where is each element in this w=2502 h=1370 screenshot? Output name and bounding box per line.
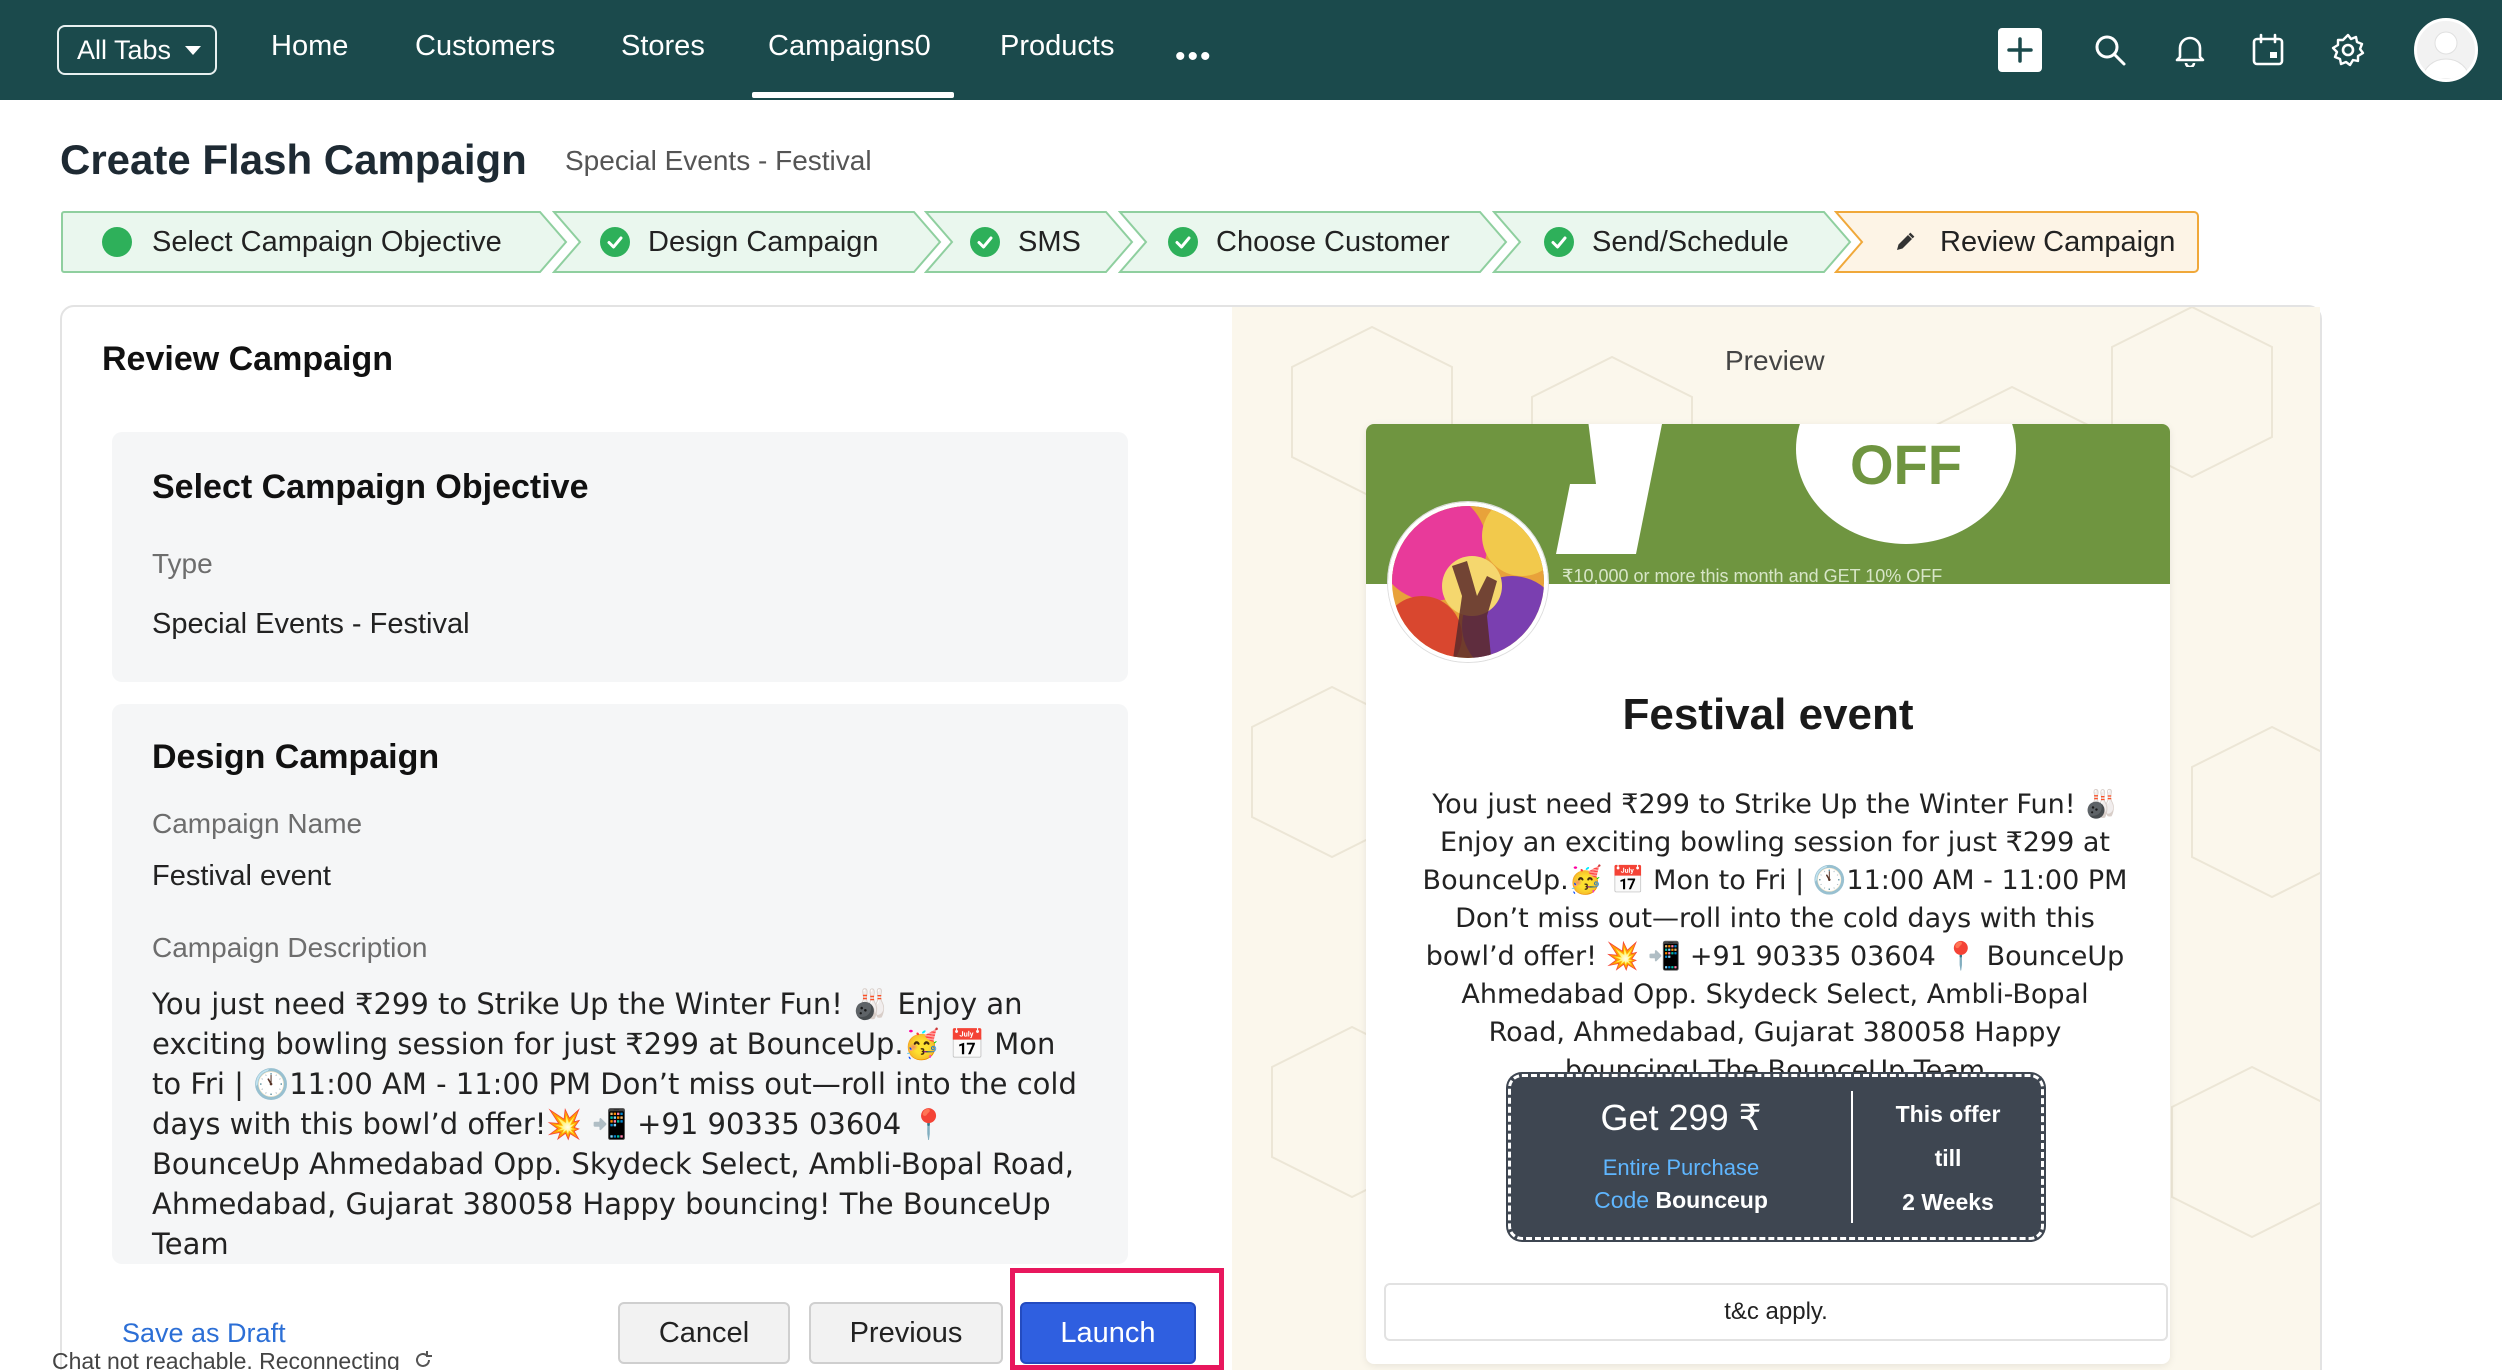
- pencil-icon: [1894, 231, 1916, 253]
- plus-icon[interactable]: [1998, 28, 2042, 72]
- design-title: Design Campaign: [152, 738, 440, 776]
- search-icon[interactable]: [2088, 28, 2132, 72]
- check-icon: [1544, 227, 1574, 257]
- chat-status: Chat not reachable. Reconnecting: [52, 1348, 434, 1370]
- step-review-campaign[interactable]: Review Campaign: [1834, 210, 2200, 274]
- campaign-description-value: You just need ₹299 to Strike Up the Wint…: [152, 987, 1077, 1261]
- nav-products[interactable]: Products: [1000, 30, 1114, 63]
- refresh-icon: [412, 1349, 434, 1370]
- step-label: SMS: [1018, 225, 1081, 258]
- step-label: Choose Customer: [1216, 225, 1450, 258]
- type-label: Type: [152, 548, 213, 579]
- step-sms[interactable]: SMS: [924, 210, 1134, 274]
- step-choose-customer[interactable]: Choose Customer: [1118, 210, 1508, 274]
- nav-customers[interactable]: Customers: [415, 30, 555, 63]
- coupon-code: Code Bounceup: [1511, 1187, 1851, 1214]
- coupon-code-label: Code: [1594, 1187, 1650, 1213]
- check-icon: [1168, 227, 1198, 257]
- nav-home[interactable]: Home: [271, 30, 348, 63]
- all-tabs-dropdown[interactable]: All Tabs: [57, 25, 217, 75]
- calendar-icon[interactable]: [2246, 28, 2290, 72]
- coupon-offer-line1: This offer: [1895, 1101, 2001, 1127]
- preview-title: Festival event: [1622, 690, 1914, 739]
- coupon-details: Get 299 ₹ Entire Purchase Code Bounceup: [1511, 1077, 1851, 1237]
- cancel-button[interactable]: Cancel: [618, 1302, 790, 1364]
- page-subtitle: Special Events - Festival: [565, 145, 872, 176]
- nav-stores[interactable]: Stores: [621, 30, 705, 63]
- objective-section: Select Campaign Objective Type Special E…: [112, 432, 1128, 682]
- step-label: Select Campaign Objective: [152, 225, 502, 258]
- step-design-campaign[interactable]: Design Campaign: [552, 210, 942, 274]
- coupon-amount: Get 299 ₹: [1600, 1097, 1762, 1138]
- launch-highlight-box: [1010, 1268, 1224, 1370]
- chevron-down-icon: [185, 45, 202, 55]
- all-tabs-label: All Tabs: [77, 34, 172, 65]
- nav-campaigns[interactable]: Campaigns0: [768, 30, 931, 63]
- coupon-scope: Entire Purchase: [1602, 1155, 1760, 1180]
- coupon-card: Get 299 ₹ Entire Purchase Code Bounceup …: [1508, 1074, 2044, 1240]
- step-label: Review Campaign: [1940, 225, 2176, 258]
- design-section: Design Campaign Campaign Name Festival e…: [112, 704, 1128, 1264]
- campaign-stepper: Select Campaign Objective Design Campaig…: [60, 210, 2200, 274]
- campaign-description-label: Campaign Description: [152, 932, 428, 963]
- objective-title: Select Campaign Objective: [152, 468, 589, 506]
- gear-icon[interactable]: [2326, 28, 2370, 72]
- campaign-name-label: Campaign Name: [152, 808, 363, 839]
- check-icon: [970, 227, 1000, 257]
- nav-more-icon[interactable]: •••: [1175, 40, 1213, 74]
- banner-off-text: OFF: [1850, 433, 1962, 496]
- bell-icon[interactable]: [2168, 28, 2212, 72]
- step-select-campaign-objective[interactable]: Select Campaign Objective: [60, 210, 570, 274]
- step-send-schedule[interactable]: Send/Schedule: [1492, 210, 1852, 274]
- page-title: Create Flash Campaign: [60, 136, 527, 183]
- terms-conditions: t&c apply.: [1384, 1283, 2168, 1341]
- banner-digit-graphic: [1556, 424, 1662, 554]
- chat-status-text: Chat not reachable. Reconnecting: [52, 1348, 400, 1370]
- type-value: Special Events - Festival: [152, 608, 470, 640]
- review-title: Review Campaign: [102, 340, 393, 378]
- banner-fine-print: ₹10,000 or more this month and GET 10% O…: [1562, 566, 1943, 584]
- festival-image: [1388, 502, 1548, 662]
- top-nav-bar: All Tabs Home Customers Stores Campaigns…: [0, 0, 2502, 100]
- campaign-name-value: Festival event: [152, 860, 331, 892]
- coupon-code-value: Bounceup: [1655, 1187, 1768, 1213]
- step-label: Send/Schedule: [1592, 225, 1789, 258]
- coupon-offer-line2: till: [1934, 1145, 1962, 1171]
- step-label: Design Campaign: [648, 225, 879, 258]
- preview-description: You just need ₹299 to Strike Up the Wint…: [1422, 789, 2128, 1086]
- coupon-validity: This offer till 2 Weeks: [1853, 1077, 2043, 1237]
- save-as-draft-link[interactable]: Save as Draft: [122, 1318, 286, 1349]
- coupon-offer-line3: 2 Weeks: [1902, 1189, 1994, 1215]
- banner-off-badge: % OFF: [1796, 424, 2016, 544]
- avatar[interactable]: [2414, 18, 2478, 82]
- preview-label: Preview: [1725, 345, 1825, 376]
- step-dot-icon: [102, 227, 132, 257]
- nav-active-indicator: [752, 92, 954, 98]
- previous-button[interactable]: Previous: [809, 1302, 1003, 1364]
- check-icon: [600, 227, 630, 257]
